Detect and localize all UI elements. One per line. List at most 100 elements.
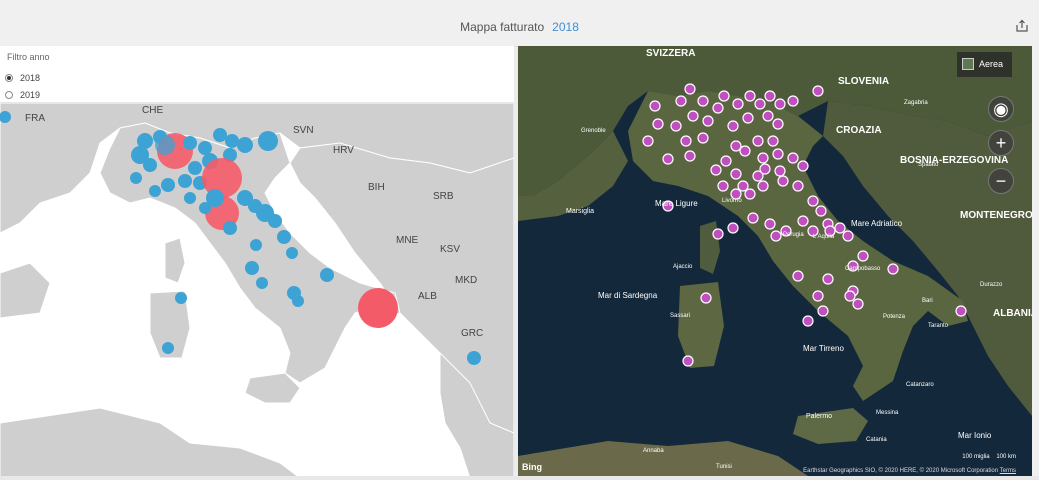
- radio-label: 2018: [20, 73, 41, 83]
- label-laquila: L'Aquila: [813, 234, 835, 240]
- label-montenegro: MONTENEGRO: [960, 210, 1032, 221]
- label-palermo: Palermo: [806, 413, 832, 420]
- title-year: 2018: [552, 20, 579, 34]
- copyright: Earthstar Geographics SIO, © 2020 HERE, …: [803, 468, 1016, 474]
- aerial-map[interactable]: SVIZZERA SLOVENIA CROAZIA BOSNIA-ERZEGOV…: [518, 46, 1032, 476]
- bubble[interactable]: [286, 247, 298, 259]
- bubble[interactable]: [175, 292, 187, 304]
- scale-miles: 100 miglia: [962, 454, 990, 460]
- bubble[interactable]: [183, 136, 197, 150]
- bing-logo: Bing: [522, 462, 542, 472]
- label-mar-tirreno: Mar Tirreno: [803, 344, 844, 353]
- radio-unselected-icon[interactable]: [5, 91, 13, 99]
- label-catania: Catania: [866, 437, 887, 443]
- bubble[interactable]: [161, 178, 175, 192]
- label-mar-di-sardegna: Mar di Sardegna: [598, 291, 658, 300]
- aerial-thumbnail-icon: [962, 58, 974, 70]
- bubble[interactable]: [130, 172, 142, 184]
- label-durazzo: Durazzo: [980, 282, 1003, 288]
- bubble[interactable]: [184, 192, 196, 204]
- label-annaba: Annaba: [643, 448, 664, 454]
- label-catanzaro: Catanzaro: [906, 382, 934, 388]
- radio-label: 2019: [20, 90, 41, 100]
- bubble[interactable]: [178, 174, 192, 188]
- bubble[interactable]: [237, 137, 253, 153]
- bubble[interactable]: [250, 239, 262, 251]
- zoom-in-button[interactable]: +: [988, 130, 1014, 156]
- label-grenoble: Grenoble: [581, 128, 606, 134]
- radio-2018[interactable]: 2018: [5, 72, 125, 86]
- bottom-border: [0, 476, 1039, 480]
- bubble[interactable]: [268, 214, 282, 228]
- label-spalato: Spalato: [918, 162, 939, 168]
- bubble[interactable]: [292, 295, 304, 307]
- label-svizzera: SVIZZERA: [646, 48, 695, 59]
- locate-button[interactable]: ◉: [988, 96, 1014, 122]
- title-text: Mappa fatturato: [460, 20, 545, 34]
- label-ajaccio: Ajaccio: [673, 264, 693, 270]
- label-alb: ALB: [418, 291, 437, 302]
- bubble[interactable]: [213, 128, 227, 142]
- bubble[interactable]: [155, 135, 175, 155]
- radio-2019[interactable]: 2019: [5, 89, 125, 103]
- label-potenza: Potenza: [883, 314, 906, 320]
- bubble-large[interactable]: [358, 288, 398, 328]
- label-grc: GRC: [461, 328, 483, 339]
- filled-map[interactable]: FRA CHE SVN HRV BIH SRB MNE KSV MKD ALB …: [0, 103, 514, 478]
- bubble[interactable]: [149, 185, 161, 197]
- label-marsiglia: Marsiglia: [566, 208, 594, 215]
- label-messina: Messina: [876, 410, 899, 416]
- year-filter: Filtro anno 2018 2019: [0, 46, 514, 103]
- label-fra: FRA: [25, 113, 45, 124]
- label-svn: SVN: [293, 125, 314, 136]
- visual-header: Mappa fatturato 2018: [0, 0, 1039, 47]
- bubble[interactable]: [256, 277, 268, 289]
- aerial-map-canvas[interactable]: SVIZZERA SLOVENIA CROAZIA BOSNIA-ERZEGOV…: [518, 46, 1032, 476]
- label-bih: BIH: [368, 182, 385, 193]
- scale-bar: 100 miglia 100 km: [962, 454, 1016, 460]
- label-mne: MNE: [396, 235, 419, 246]
- bubble[interactable]: [258, 131, 278, 151]
- bubble[interactable]: [188, 161, 202, 175]
- label-perugia: Perugia: [783, 232, 804, 238]
- scale-km: 100 km: [996, 454, 1016, 460]
- label-ksv: KSV: [440, 244, 460, 255]
- zoom-out-button[interactable]: −: [988, 168, 1014, 194]
- bubble[interactable]: [143, 158, 157, 172]
- bubble[interactable]: [198, 141, 212, 155]
- label-mare-ligure: Mare Ligure: [655, 199, 698, 208]
- label-mare-adriatico: Mare Adriatico: [851, 219, 903, 228]
- bubble[interactable]: [320, 268, 334, 282]
- label-bari: Bari: [922, 298, 933, 304]
- copyright-text: Earthstar Geographics SIO, © 2020 HERE, …: [803, 468, 999, 474]
- label-livorno: Livorno: [722, 198, 742, 204]
- map-style-button[interactable]: Aerea: [957, 52, 1012, 77]
- share-icon[interactable]: [1015, 19, 1029, 33]
- bubble[interactable]: [199, 202, 211, 214]
- bubble[interactable]: [225, 134, 239, 148]
- bubble-map-canvas[interactable]: FRA CHE SVN HRV BIH SRB MNE KSV MKD ALB …: [0, 103, 514, 478]
- label-campobasso: Campobasso: [845, 266, 881, 272]
- label-mkd: MKD: [455, 275, 477, 286]
- bubble-large[interactable]: [202, 158, 242, 198]
- label-croazia: CROAZIA: [836, 125, 882, 136]
- label-zagabria: Zagabria: [904, 100, 928, 106]
- label-che: CHE: [142, 105, 163, 116]
- label-albania: ALBANIA: [993, 308, 1032, 319]
- label-mar-ionio: Mar Ionio: [958, 431, 992, 440]
- bubble[interactable]: [245, 261, 259, 275]
- right-margin: [1032, 46, 1039, 476]
- label-bosnia: BOSNIA-ERZEGOVINA: [900, 155, 1008, 166]
- bubble[interactable]: [467, 351, 481, 365]
- bubble-map-panel: Filtro anno 2018 2019 FRA CHE SVN HRV BI…: [0, 46, 514, 478]
- plus-icon: +: [995, 133, 1007, 153]
- bubble[interactable]: [277, 230, 291, 244]
- label-hrv: HRV: [333, 145, 354, 156]
- bubble[interactable]: [162, 342, 174, 354]
- terms-link[interactable]: Terms: [1000, 468, 1016, 474]
- label-taranto: Taranto: [928, 323, 949, 329]
- bubble[interactable]: [223, 221, 237, 235]
- filter-title: Filtro anno: [7, 52, 50, 62]
- label-srb: SRB: [433, 191, 454, 202]
- radio-selected-icon[interactable]: [5, 74, 13, 82]
